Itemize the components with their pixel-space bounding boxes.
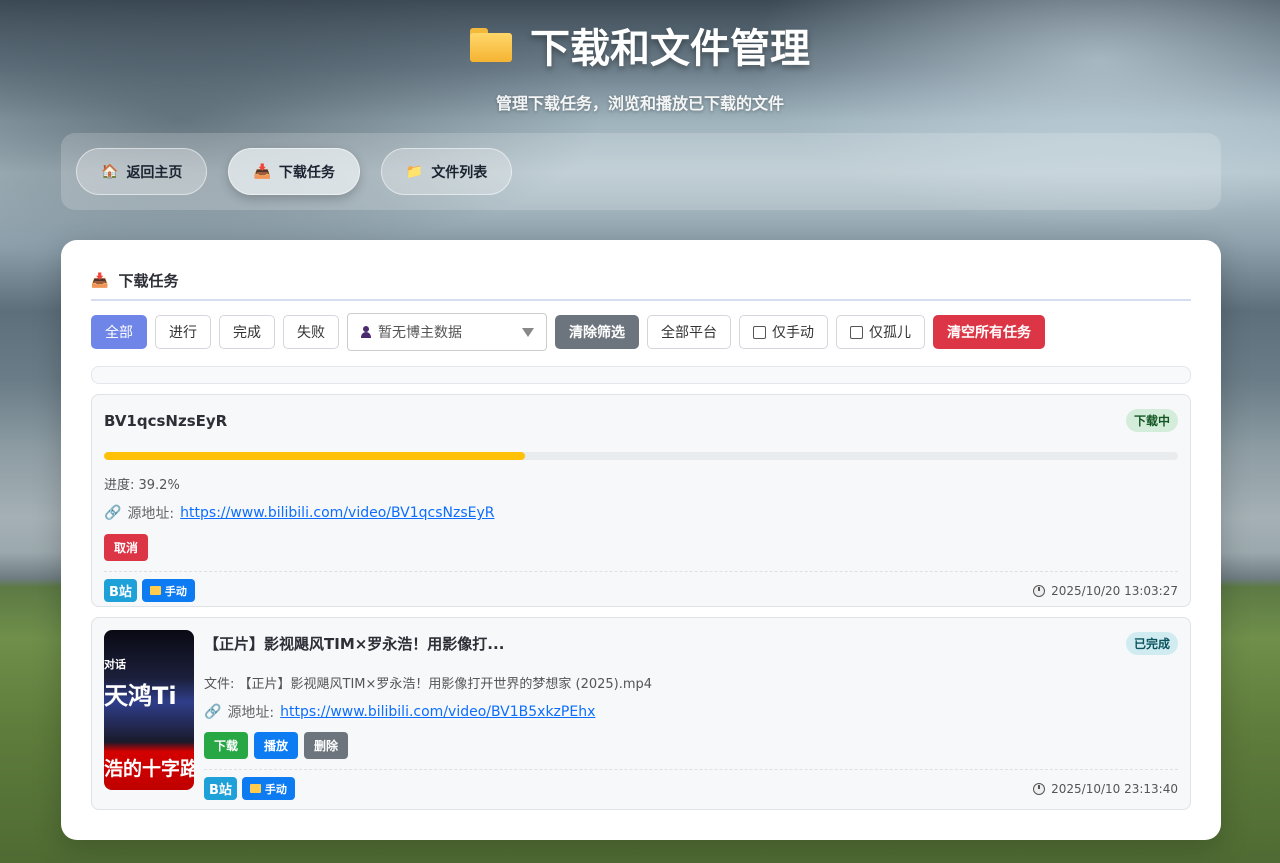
task-card: 对话 天鸿Ti 浩的十字路 【正片】影视飓风TIM×罗永浩！用影像打... 已完… — [91, 617, 1191, 810]
inbox-tray-icon: 📥 — [91, 272, 109, 289]
folder-icon — [249, 784, 261, 793]
manual-tag-label: 手动 — [264, 782, 287, 796]
uploader-select[interactable]: 暂无博主数据 — [347, 313, 547, 351]
nav-home-label: 返回主页 — [126, 164, 183, 181]
task-header: 【正片】影视飓风TIM×罗永浩！用影像打... 已完成 — [204, 632, 1178, 655]
thumbnail-text: 天鸿Ti — [104, 682, 177, 710]
filter-in-progress-button[interactable]: 进行 — [155, 315, 211, 349]
play-button[interactable]: 播放 — [254, 732, 299, 759]
manual-only-label: 仅手动 — [772, 325, 814, 341]
task-time: 2025/10/20 13:03:27 — [1033, 584, 1178, 598]
task-title: 【正片】影视飓风TIM×罗永浩！用影像打... — [204, 635, 505, 653]
clock-icon — [1033, 782, 1046, 795]
page-title-wrap: 下载和文件管理 — [470, 16, 810, 74]
thumbnail-text: 浩的十字路 — [104, 758, 194, 780]
task-header: BV1qcsNzsEyR 下载中 — [104, 409, 1178, 432]
video-thumbnail[interactable]: 对话 天鸿Ti 浩的十字路 — [104, 630, 194, 790]
task-time-text: 2025/10/10 23:13:40 — [1051, 781, 1178, 796]
panel-title: 📥 下载任务 — [91, 270, 1191, 301]
manual-tag: 手动 — [141, 579, 195, 602]
filter-toolbar: 全部 进行 完成 失败 暂无博主数据 清除筛选 全部平台 仅手动 仅孤儿 清空所… — [91, 313, 1191, 351]
platform-tag: B站 — [104, 579, 137, 602]
status-bar — [91, 366, 1191, 384]
progress-fill — [104, 452, 525, 460]
clear-filter-button[interactable]: 清除筛选 — [555, 315, 639, 349]
page-header: 下载和文件管理 管理下载任务，浏览和播放已下载的文件 — [0, 16, 1280, 114]
file-name-text: 文件: 【正片】影视飓风TIM×罗永浩！用影像打开世界的梦想家 (2025).m… — [204, 677, 653, 692]
status-badge: 已完成 — [1125, 632, 1178, 655]
link-icon: 🔗 — [204, 704, 222, 720]
nav-downloads-button[interactable]: 📥 下载任务 — [228, 148, 360, 195]
orphan-only-checkbox[interactable] — [850, 325, 863, 339]
task-card: BV1qcsNzsEyR 下载中 进度: 39.2% 🔗 源地址: https:… — [91, 394, 1191, 607]
manual-tag-label: 手动 — [164, 584, 187, 598]
link-icon: 🔗 — [104, 505, 122, 521]
chevron-down-icon — [522, 328, 534, 337]
clear-all-tasks-button[interactable]: 清空所有任务 — [933, 315, 1045, 349]
task-title: BV1qcsNzsEyR — [104, 411, 228, 430]
nav-downloads-label: 下载任务 — [278, 164, 335, 181]
cancel-button[interactable]: 取消 — [104, 534, 149, 561]
folder-icon: 📁 — [405, 163, 424, 180]
task-actions: 下载 播放 删除 — [204, 732, 1178, 759]
nav-files-label: 文件列表 — [431, 164, 488, 181]
filter-done-button[interactable]: 完成 — [219, 315, 275, 349]
nav-home-button[interactable]: 🏠 返回主页 — [76, 148, 208, 195]
source-label: 源地址: — [127, 506, 175, 522]
source-row: 🔗 源地址: https://www.bilibili.com/video/BV… — [204, 702, 1178, 722]
platform-tag: B站 — [204, 777, 237, 800]
nav-files-button[interactable]: 📁 文件列表 — [380, 148, 513, 195]
task-footer: B站 手动 2025/10/20 13:03:27 — [104, 571, 1178, 602]
status-badge: 下载中 — [1125, 409, 1178, 432]
task-footer: B站 手动 2025/10/10 23:13:40 — [204, 769, 1178, 800]
source-row: 🔗 源地址: https://www.bilibili.com/video/BV… — [104, 503, 1178, 523]
inbox-tray-icon: 📥 — [253, 163, 271, 180]
source-link[interactable]: https://www.bilibili.com/video/BV1B5xkzP… — [280, 704, 595, 720]
platform-filter-button[interactable]: 全部平台 — [647, 315, 731, 349]
manual-only-checkbox[interactable] — [753, 325, 766, 339]
manual-only-toggle[interactable]: 仅手动 — [739, 315, 828, 349]
thumbnail-text: 对话 — [104, 658, 126, 671]
source-label: 源地址: — [227, 705, 275, 721]
download-button[interactable]: 下载 — [204, 732, 249, 759]
task-tags: B站 手动 — [204, 777, 295, 800]
house-icon: 🏠 — [101, 163, 119, 180]
panel-title-text: 下载任务 — [118, 272, 179, 290]
orphan-only-label: 仅孤儿 — [869, 325, 911, 341]
progress-text: 进度: 39.2% — [104, 478, 180, 493]
person-icon — [360, 326, 372, 338]
progress-bar — [104, 452, 1178, 460]
source-link[interactable]: https://www.bilibili.com/video/BV1qcsNzs… — [180, 505, 494, 521]
downloads-panel: 📥 下载任务 全部 进行 完成 失败 暂无博主数据 清除筛选 全部平台 仅手动 … — [61, 240, 1221, 840]
task-time: 2025/10/10 23:13:40 — [1033, 782, 1178, 796]
folder-icon — [149, 586, 161, 595]
uploader-select-value: 暂无博主数据 — [378, 325, 462, 341]
clock-icon — [1033, 584, 1046, 597]
task-tags: B站 手动 — [104, 579, 195, 602]
nav-bar: 🏠 返回主页 📥 下载任务 📁 文件列表 — [61, 133, 1221, 210]
page-subtitle: 管理下载任务，浏览和播放已下载的文件 — [495, 94, 784, 113]
task-time-text: 2025/10/20 13:03:27 — [1051, 583, 1178, 598]
filter-all-button[interactable]: 全部 — [91, 315, 147, 349]
folder-icon — [470, 28, 512, 62]
manual-tag: 手动 — [241, 777, 295, 800]
filter-failed-button[interactable]: 失败 — [283, 315, 339, 349]
delete-button[interactable]: 删除 — [304, 732, 349, 759]
page-title: 下载和文件管理 — [530, 26, 810, 72]
task-actions: 取消 — [104, 534, 1178, 561]
orphan-only-toggle[interactable]: 仅孤儿 — [836, 315, 925, 349]
